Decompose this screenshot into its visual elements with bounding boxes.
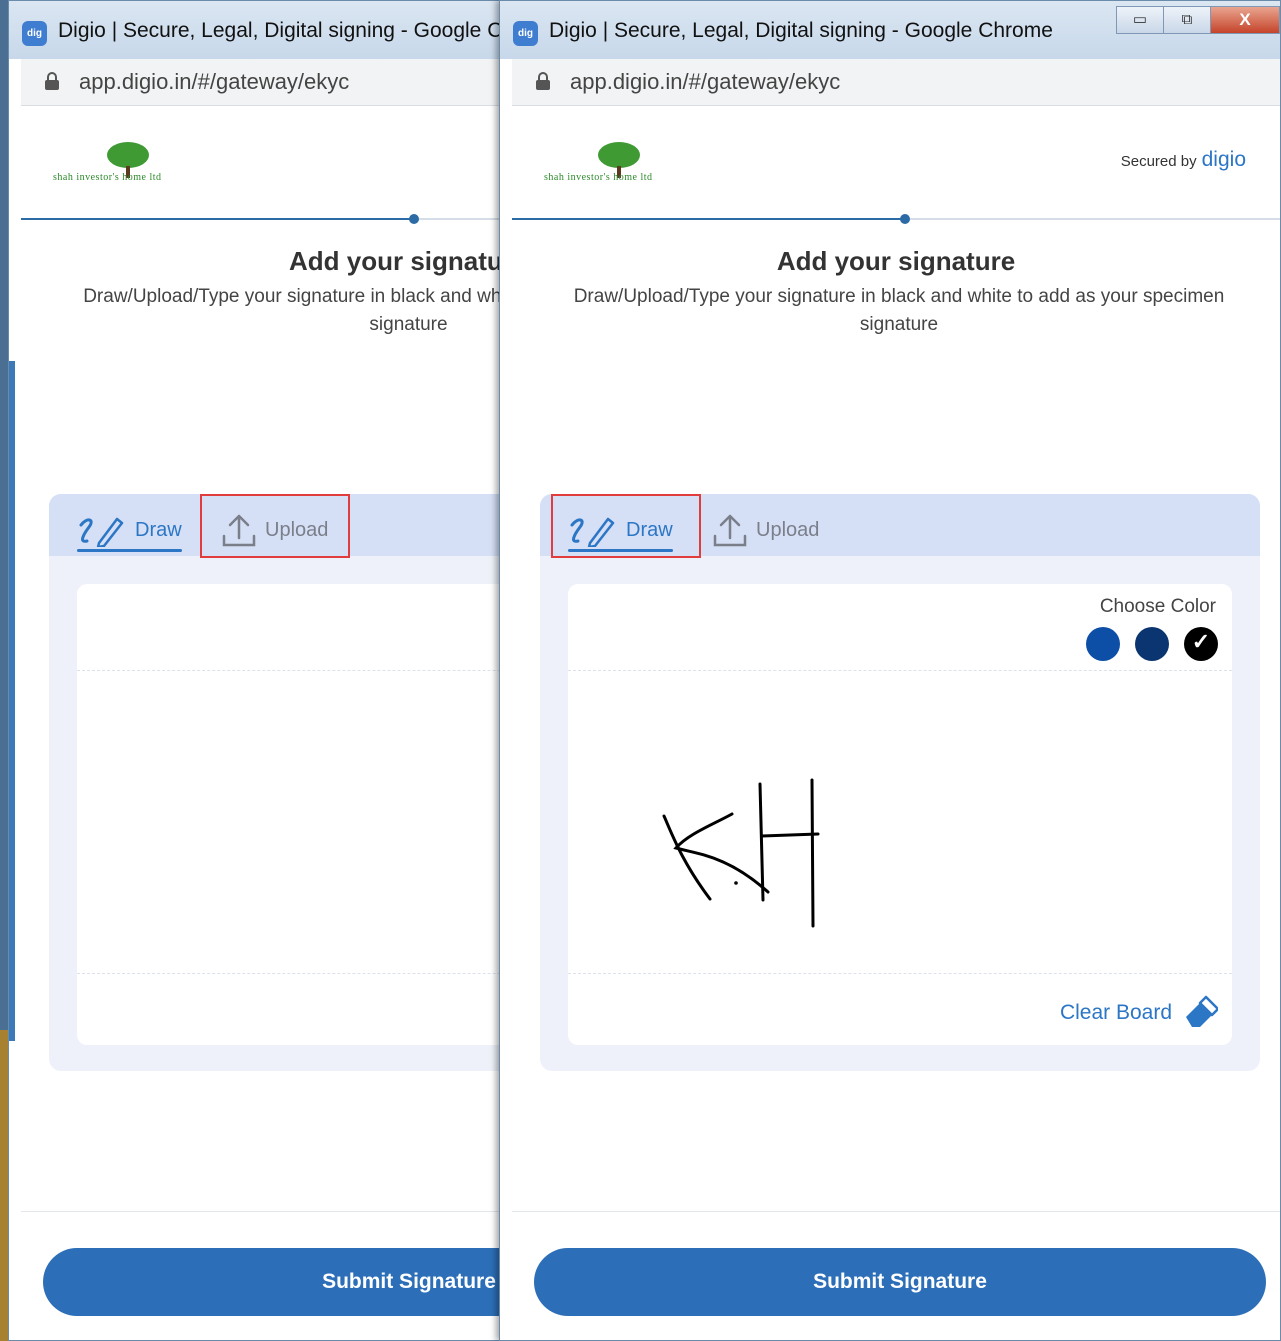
page-content: shah investor's home ltd Secured by digio…: [512, 106, 1280, 1340]
highlight-draw-tab: [551, 494, 701, 558]
tree-logo-icon: [598, 142, 640, 168]
submit-signature-button[interactable]: Submit Signature: [534, 1248, 1266, 1316]
page-description: Draw/Upload/Type your signature in black…: [83, 286, 507, 335]
pen-icon: [79, 517, 124, 547]
company-logo: shah investor's home ltd: [544, 142, 666, 186]
signature-board[interactable]: Choose Color Clear Board: [568, 584, 1232, 1045]
color-swatch-blue[interactable]: [1086, 627, 1120, 661]
footer-divider: [512, 1211, 1280, 1212]
title-bar[interactable]: dig Digio | Secure, Legal, Digital signi…: [9, 1, 507, 59]
lock-icon: [536, 72, 550, 90]
tab-draw[interactable]: Draw: [77, 508, 182, 552]
clear-board-button[interactable]: Clear Board: [1060, 1001, 1172, 1025]
signature-card: Draw Upload Choose Color ✓ Clear Board: [540, 494, 1260, 1071]
minimize-button[interactable]: ▭: [1116, 6, 1164, 34]
url-text[interactable]: app.digio.in/#/gateway/ekyc: [570, 69, 840, 95]
upload-icon: [713, 514, 747, 547]
signature-board[interactable]: [77, 584, 507, 1045]
signature-drawing: [662, 778, 820, 928]
digio-brand: digio: [1201, 148, 1246, 171]
page-description: Draw/Upload/Type your signature in black…: [573, 286, 1225, 335]
window-title: Digio | Secure, Legal, Digital signing -…: [58, 19, 507, 42]
footer-divider: [21, 1211, 507, 1212]
tree-logo-icon: [107, 142, 149, 168]
maximize-button[interactable]: ⧉: [1163, 6, 1211, 34]
color-swatch-black[interactable]: [1184, 627, 1218, 661]
page-content: shah investor's home ltd Add your signat…: [21, 106, 507, 1340]
address-bar[interactable]: app.digio.in/#/gateway/ekyc: [21, 59, 507, 106]
url-text[interactable]: app.digio.in/#/gateway/ekyc: [79, 69, 349, 95]
lock-icon: [45, 72, 59, 90]
page-title: Add your signature: [289, 246, 508, 276]
browser-window-front[interactable]: dig Digio | Secure, Legal, Digital signi…: [499, 0, 1281, 1341]
digio-favicon-icon: dig: [22, 21, 47, 46]
window-controls: ▭ ⧉ X: [1116, 6, 1280, 34]
signature-card: Draw Upload: [49, 494, 507, 1071]
progress-bar: [21, 214, 507, 224]
choose-color-label: Choose Color: [1099, 596, 1216, 617]
submit-signature-button[interactable]: Submit Signature: [43, 1248, 507, 1316]
color-swatch-navy[interactable]: [1135, 627, 1169, 661]
scrollbar[interactable]: [9, 361, 15, 1041]
progress-bar: [512, 214, 1280, 224]
close-button[interactable]: X: [1210, 6, 1280, 34]
secured-by-badge: Secured by digio: [1120, 148, 1246, 171]
company-logo: shah investor's home ltd: [53, 142, 175, 186]
highlight-upload-tab: [200, 494, 350, 558]
page-title: Add your signature: [776, 246, 1016, 276]
digio-favicon-icon: dig: [513, 21, 538, 46]
window-title: Digio | Secure, Legal, Digital signing -…: [549, 19, 1053, 42]
address-bar[interactable]: app.digio.in/#/gateway/ekyc: [512, 59, 1280, 106]
eraser-icon[interactable]: [1182, 995, 1218, 1029]
title-bar[interactable]: dig Digio | Secure, Legal, Digital signi…: [500, 1, 1280, 59]
browser-window-back[interactable]: dig Digio | Secure, Legal, Digital signi…: [8, 0, 508, 1341]
tab-upload[interactable]: Upload: [712, 508, 819, 552]
